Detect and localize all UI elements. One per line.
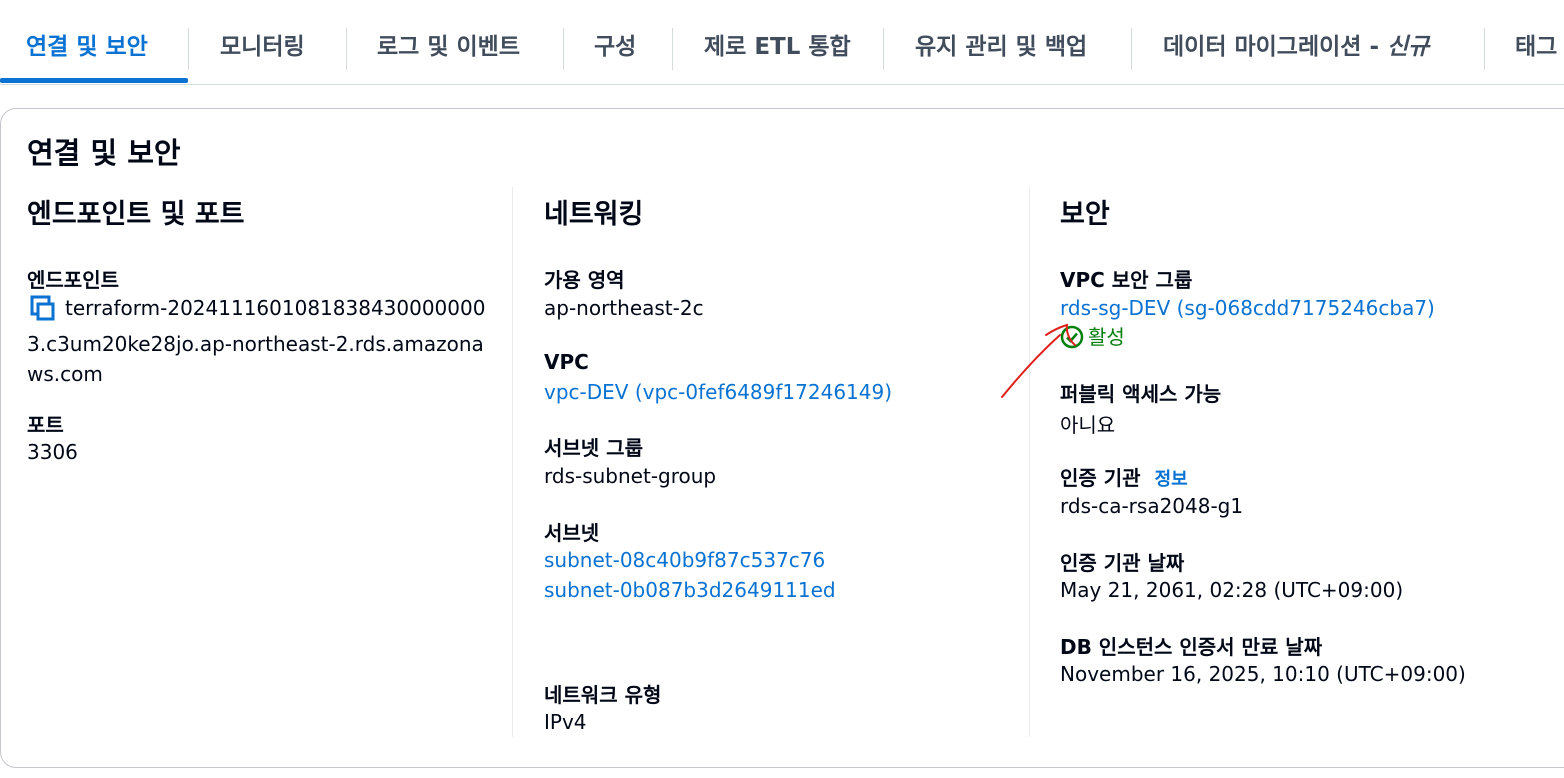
active-tab-indicator	[0, 78, 188, 83]
port-value: 3306	[27, 440, 78, 464]
subnet-group-label: 서브넷 그룹	[544, 436, 643, 460]
tab-zero-etl[interactable]: 제로 ETL 통합	[704, 0, 851, 84]
tab-logs-events[interactable]: 로그 및 이벤트	[377, 0, 520, 84]
tab-divider	[563, 28, 564, 70]
tab-monitoring[interactable]: 모니터링	[220, 0, 305, 84]
subnet-group-value: rds-subnet-group	[544, 464, 717, 488]
tab-divider	[188, 28, 189, 70]
availability-zone-value: ap-northeast-2c	[544, 296, 704, 320]
tab-maintenance-backup[interactable]: 유지 관리 및 백업	[915, 0, 1087, 84]
ca-label-row: 인증 기관 정보	[1060, 462, 1188, 491]
tab-divider	[1131, 28, 1132, 70]
endpoint-value: terraform-20241116010818384300000003.c3u…	[27, 296, 486, 386]
ca-date-label: 인증 기관 날짜	[1060, 551, 1185, 575]
endpoint-section-title: 엔드포인트 및 포트	[27, 199, 245, 230]
copy-icon[interactable]	[27, 295, 55, 329]
new-badge: 신규	[1387, 34, 1430, 60]
cert-expiry-label: DB 인스턴스 인증서 만료 날짜	[1060, 635, 1323, 659]
ca-label: 인증 기관	[1060, 466, 1141, 490]
tab-bar: 연결 및 보안 모니터링 로그 및 이벤트 구성 제로 ETL 통합 유지 관리…	[0, 0, 1564, 85]
tab-configuration[interactable]: 구성	[594, 0, 636, 84]
tab-connectivity-security[interactable]: 연결 및 보안	[26, 0, 148, 84]
subnet-link[interactable]: subnet-08c40b9f87c537c76	[544, 548, 825, 572]
annotation-arrow	[1001, 323, 1076, 398]
ca-date-value: May 21, 2061, 02:28 (UTC+09:00)	[1060, 578, 1404, 602]
panel-title: 연결 및 보안	[27, 136, 181, 170]
ca-value: rds-ca-rsa2048-g1	[1060, 494, 1244, 518]
cert-expiry-value: November 16, 2025, 10:10 (UTC+09:00)	[1060, 662, 1466, 686]
network-type-value: IPv4	[544, 710, 587, 734]
security-section-title: 보안	[1060, 199, 1110, 230]
endpoint-value-row: terraform-20241116010818384300000003.c3u…	[27, 293, 487, 389]
availability-zone-label: 가용 영역	[544, 268, 625, 292]
tab-divider	[672, 28, 673, 70]
network-section-title: 네트워킹	[544, 199, 644, 230]
endpoint-label: 엔드포인트	[27, 268, 119, 292]
public-access-label: 퍼블릭 액세스 가능	[1060, 382, 1222, 406]
vpc-label: VPC	[544, 350, 589, 374]
tab-divider	[1484, 28, 1485, 70]
port-label: 포트	[27, 413, 64, 437]
column-divider	[1029, 187, 1030, 737]
tab-divider	[346, 28, 347, 70]
security-group-link[interactable]: rds-sg-DEV (sg-068cdd7175246cba7)	[1060, 296, 1435, 320]
network-type-label: 네트워크 유형	[544, 683, 662, 707]
ca-info-link[interactable]: 정보	[1155, 469, 1188, 490]
vpc-link[interactable]: vpc-DEV (vpc-0fef6489f17246149)	[544, 380, 892, 404]
status-text: 활성	[1088, 325, 1125, 349]
subnet-link[interactable]: subnet-0b087b3d2649111ed	[544, 578, 836, 602]
security-group-label: VPC 보안 그룹	[1060, 268, 1193, 292]
subnets-label: 서브넷	[544, 521, 600, 545]
tab-data-migration[interactable]: 데이터 마이그레이션 - 신규	[1163, 0, 1429, 84]
column-divider	[512, 187, 513, 737]
tab-divider	[883, 28, 884, 70]
public-access-value: 아니요	[1060, 413, 1116, 437]
tab-data-migration-label: 데이터 마이그레이션 -	[1163, 34, 1388, 60]
tab-tags[interactable]: 태그	[1515, 0, 1557, 84]
